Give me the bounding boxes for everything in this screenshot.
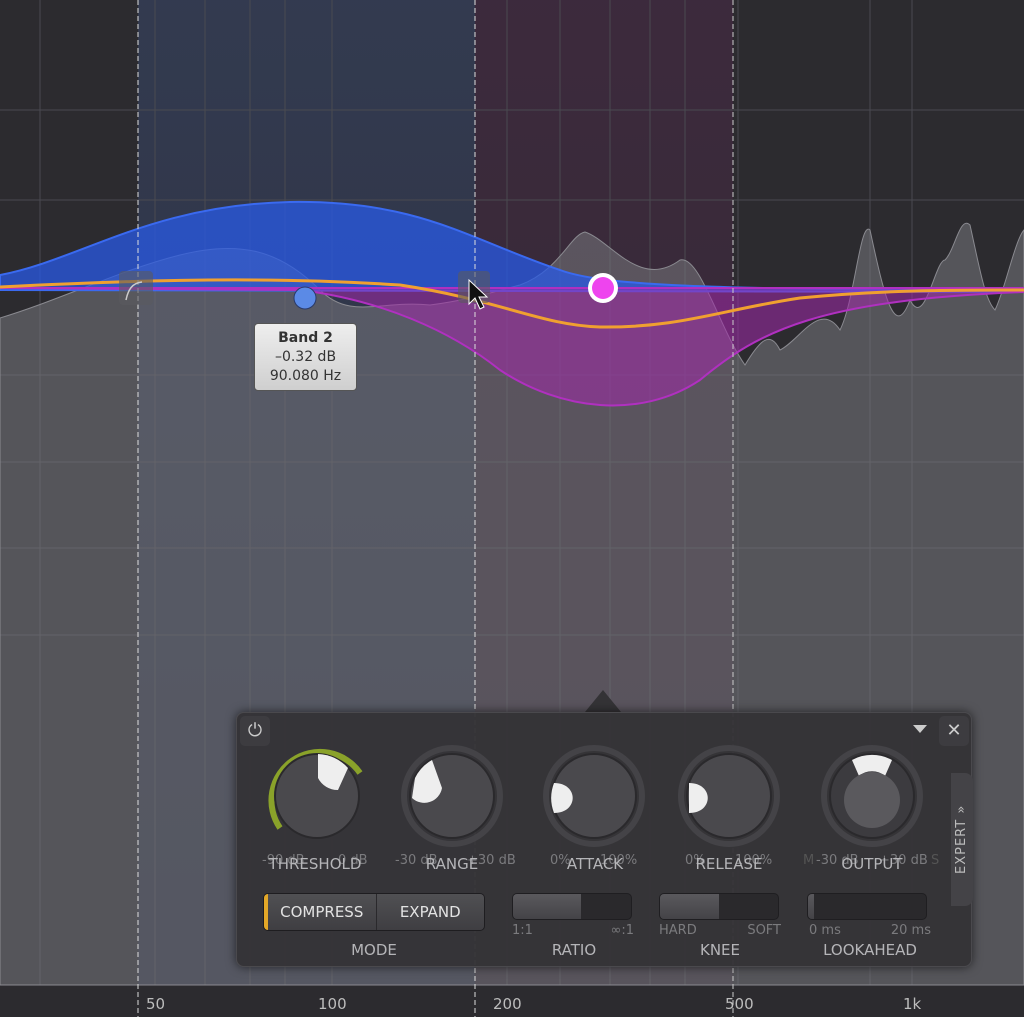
band-settings-panel: ⏻ ✕ -90 dB 0 dB THRESHOLD -30 dB +30 dB RA… <box>236 712 973 967</box>
mode-label: MODE <box>351 941 397 959</box>
knee-label: KNEE <box>699 941 740 959</box>
attack-knob[interactable] <box>539 738 649 848</box>
freq-label-500: 500 <box>725 995 754 1013</box>
mode-selector[interactable]: COMPRESS EXPAND <box>263 893 485 931</box>
threshold-label: THRESHOLD <box>268 855 362 873</box>
ratio-range-labels: 1:1 ∞:1 <box>512 923 634 938</box>
knee-range-labels: HARD SOFT <box>659 923 781 938</box>
close-button[interactable]: ✕ <box>939 716 969 746</box>
output-label: OUTPUT <box>841 855 903 873</box>
ratio-fill <box>513 894 582 919</box>
tooltip-title: Band 2 <box>278 330 333 346</box>
threshold-knob[interactable] <box>260 738 370 848</box>
tooltip-gain: –0.32 dB <box>274 349 337 365</box>
range-label: RANGE <box>425 855 479 873</box>
lookahead-range-labels: 0 ms 20 ms <box>809 923 931 938</box>
lookahead-slider[interactable] <box>807 893 927 920</box>
expert-button[interactable]: EXPERT » <box>951 773 973 906</box>
band3-node-inner <box>592 277 614 299</box>
expand-button[interactable]: EXPAND <box>376 894 484 930</box>
ratio-label: RATIO <box>551 941 597 959</box>
freq-label-50: 50 <box>146 995 166 1013</box>
crossover-handle-1[interactable] <box>119 271 153 305</box>
release-knob[interactable] <box>674 738 784 848</box>
freq-label-200: 200 <box>493 995 522 1013</box>
lookahead-fill <box>808 894 814 919</box>
freq-label-1k: 1k <box>903 995 922 1013</box>
freq-label-100: 100 <box>318 995 347 1013</box>
tooltip-freq: 90.080 Hz <box>269 368 342 384</box>
band2-node[interactable] <box>293 286 317 310</box>
release-label: RELEASE <box>695 855 763 873</box>
knee-slider[interactable] <box>659 893 779 920</box>
lookahead-label: LOOKAHEAD <box>823 941 917 959</box>
ratio-slider[interactable] <box>512 893 632 920</box>
band-tooltip: Band 2 –0.32 dB 90.080 Hz <box>254 323 357 391</box>
range-knob[interactable] <box>397 738 507 848</box>
knee-fill <box>660 894 719 919</box>
compress-button[interactable]: COMPRESS <box>264 894 377 930</box>
attack-label: ATTACK <box>566 855 624 873</box>
output-knob[interactable] <box>817 738 927 848</box>
dropdown-arrow-icon[interactable] <box>913 725 927 733</box>
